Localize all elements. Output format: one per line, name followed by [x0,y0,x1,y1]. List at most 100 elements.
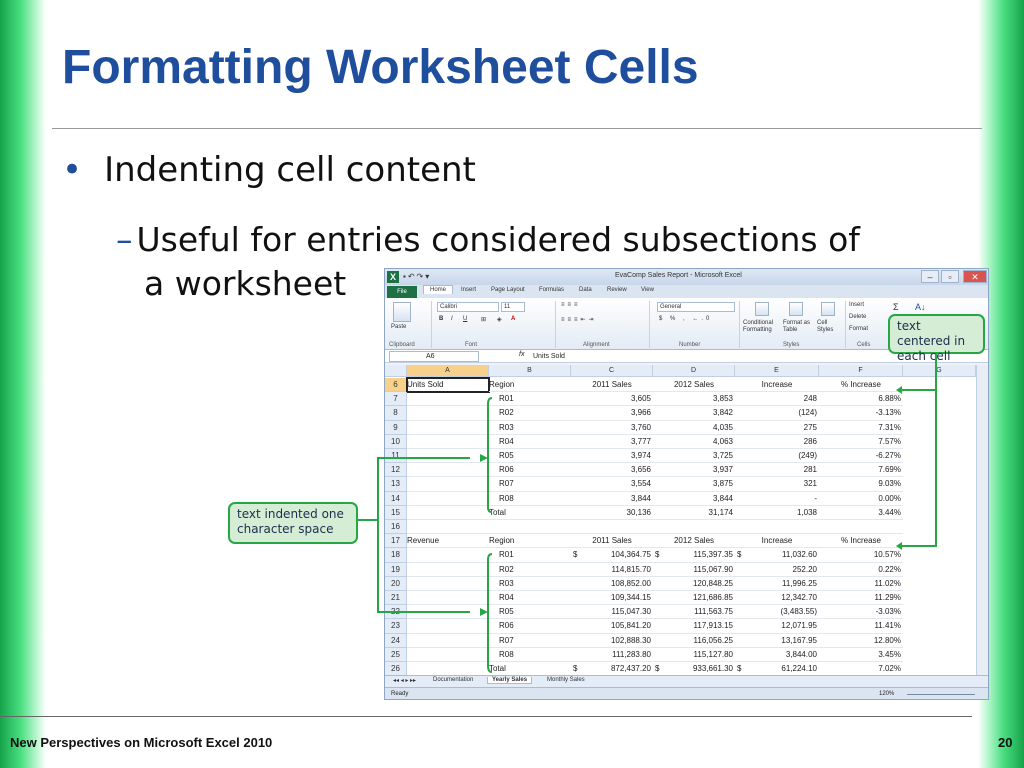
column-header-c[interactable]: C [571,365,653,377]
cell-a21[interactable] [407,591,489,606]
row-header[interactable]: 21 [385,591,407,606]
paste-icon[interactable] [393,302,411,322]
cell-f18[interactable]: 10.57% [819,548,903,563]
cell-a14[interactable] [407,492,489,506]
vertical-align-icons[interactable]: ≡≡≡ [561,302,581,308]
cell-f14[interactable]: 0.00% [819,492,903,506]
cell-a7[interactable] [407,392,489,407]
cell-b19[interactable]: R02 [489,563,571,577]
cell-e20[interactable]: 11,996.25 [735,577,819,591]
number-format-icons[interactable]: $ % , ←.0 [659,316,712,322]
cell-c24[interactable]: 102,888.30 [571,634,653,648]
row-header[interactable]: 25 [385,647,407,662]
cell-d16[interactable] [653,520,735,535]
cell-e15[interactable]: 1,038 [735,506,819,520]
cell-d24[interactable]: 116,056.25 [653,634,735,648]
cell-b23[interactable]: R06 [489,619,571,634]
cell-e25[interactable]: 3,844.00 [735,648,819,662]
cell-f17[interactable]: % Increase [819,534,903,549]
row-header[interactable]: 18 [385,548,407,563]
cell-f20[interactable]: 11.02% [819,577,903,591]
cell-f23[interactable]: 11.41% [819,619,903,634]
row-header[interactable]: 11 [385,449,407,464]
cell-e6[interactable]: Increase [735,378,819,393]
cell-a24[interactable] [407,634,489,648]
cell-e17[interactable]: Increase [735,534,819,549]
cell-b16[interactable] [489,520,571,535]
format-as-table-icon[interactable] [789,302,803,316]
tab-view[interactable]: View [641,287,654,293]
cell-c15[interactable]: 30,136 [571,506,653,520]
tab-file[interactable]: File [387,286,417,298]
cell-a25[interactable] [407,648,489,662]
column-header-g[interactable]: G [903,365,976,377]
row-header[interactable]: 12 [385,463,407,478]
cell-e7[interactable]: 248 [735,392,819,407]
cell-d8[interactable]: 3,842 [653,406,735,421]
cell-a11[interactable] [407,449,489,464]
row-header[interactable]: 14 [385,491,407,506]
maximize-icon[interactable]: ▫ [941,270,959,283]
row-header[interactable]: 8 [385,406,407,421]
cell-c8[interactable]: 3,966 [571,406,653,421]
minimize-icon[interactable]: – [921,270,939,283]
sheet-tab-yearly-sales[interactable]: Yearly Sales [487,677,533,684]
cell-d20[interactable]: 120,848.25 [653,577,735,591]
cell-a8[interactable] [407,406,489,421]
cell-a6[interactable]: Units Sold [406,376,490,394]
cell-c17[interactable]: 2011 Sales [571,534,653,549]
cell-a16[interactable] [407,520,489,535]
row-header[interactable]: 24 [385,633,407,648]
row-header[interactable]: 20 [385,576,407,591]
borders-icon[interactable]: ⊞ [481,316,486,323]
cell-e23[interactable]: 12,071.95 [735,619,819,634]
paste-button[interactable]: Paste [391,324,406,330]
cell-e24[interactable]: 13,167.95 [735,634,819,648]
cell-d10[interactable]: 4,063 [653,435,735,449]
sheet-tab-documentation[interactable]: Documentation [429,677,477,683]
row-header[interactable]: 6 [385,378,407,393]
cell-b20[interactable]: R03 [489,577,571,591]
cell-e12[interactable]: 281 [735,463,819,478]
cell-c21[interactable]: 109,344.15 [571,591,653,606]
cell-a22[interactable] [407,605,489,620]
underline-button[interactable]: U [463,316,467,322]
cell-f8[interactable]: -3.13% [819,406,903,421]
cell-f15[interactable]: 3.44% [819,506,903,520]
cell-b18[interactable]: R01 [489,548,571,563]
cell-e18[interactable]: $11,032.60 [735,548,819,563]
row-header[interactable]: 10 [385,434,407,449]
cell-e8[interactable]: (124) [735,406,819,421]
row-header[interactable]: 19 [385,562,407,577]
cell-d14[interactable]: 3,844 [653,492,735,506]
column-header-b[interactable]: B [489,365,571,377]
cell-f12[interactable]: 7.69% [819,463,903,478]
cell-f24[interactable]: 12.80% [819,634,903,648]
tab-review[interactable]: Review [607,287,627,293]
zoom-level[interactable]: 120% [879,688,894,699]
cell-e10[interactable]: 286 [735,435,819,449]
cell-b15[interactable]: Total [489,506,571,520]
cell-b14[interactable]: R08 [489,492,571,506]
cell-d19[interactable]: 115,067.90 [653,563,735,577]
cell-c9[interactable]: 3,760 [571,421,653,435]
select-all-corner[interactable] [385,365,407,377]
cell-e21[interactable]: 12,342.70 [735,591,819,606]
fill-color-icon[interactable]: ◈ [497,316,502,323]
cell-e13[interactable]: 321 [735,477,819,492]
tab-formulas[interactable]: Formulas [539,287,564,293]
tab-home[interactable]: Home [423,285,454,294]
cell-d23[interactable]: 117,913.15 [653,619,735,634]
cell-b12[interactable]: R06 [489,463,571,478]
cell-styles-button[interactable]: Cell Styles [817,320,845,334]
sheet-nav-icons[interactable]: ◂◂ ◂ ▸ ▸▸ [389,677,420,684]
cell-b6[interactable]: Region [489,378,571,393]
cell-d17[interactable]: 2012 Sales [653,534,735,549]
cell-c7[interactable]: 3,605 [571,392,653,407]
conditional-formatting-button[interactable]: Conditional Formatting [743,320,783,334]
cell-c25[interactable]: 111,283.80 [571,648,653,662]
cell-styles-icon[interactable] [821,302,835,316]
cell-a10[interactable] [407,435,489,449]
cell-e22[interactable]: (3,483.55) [735,605,819,620]
cell-d18[interactable]: $115,397.35 [653,548,735,563]
